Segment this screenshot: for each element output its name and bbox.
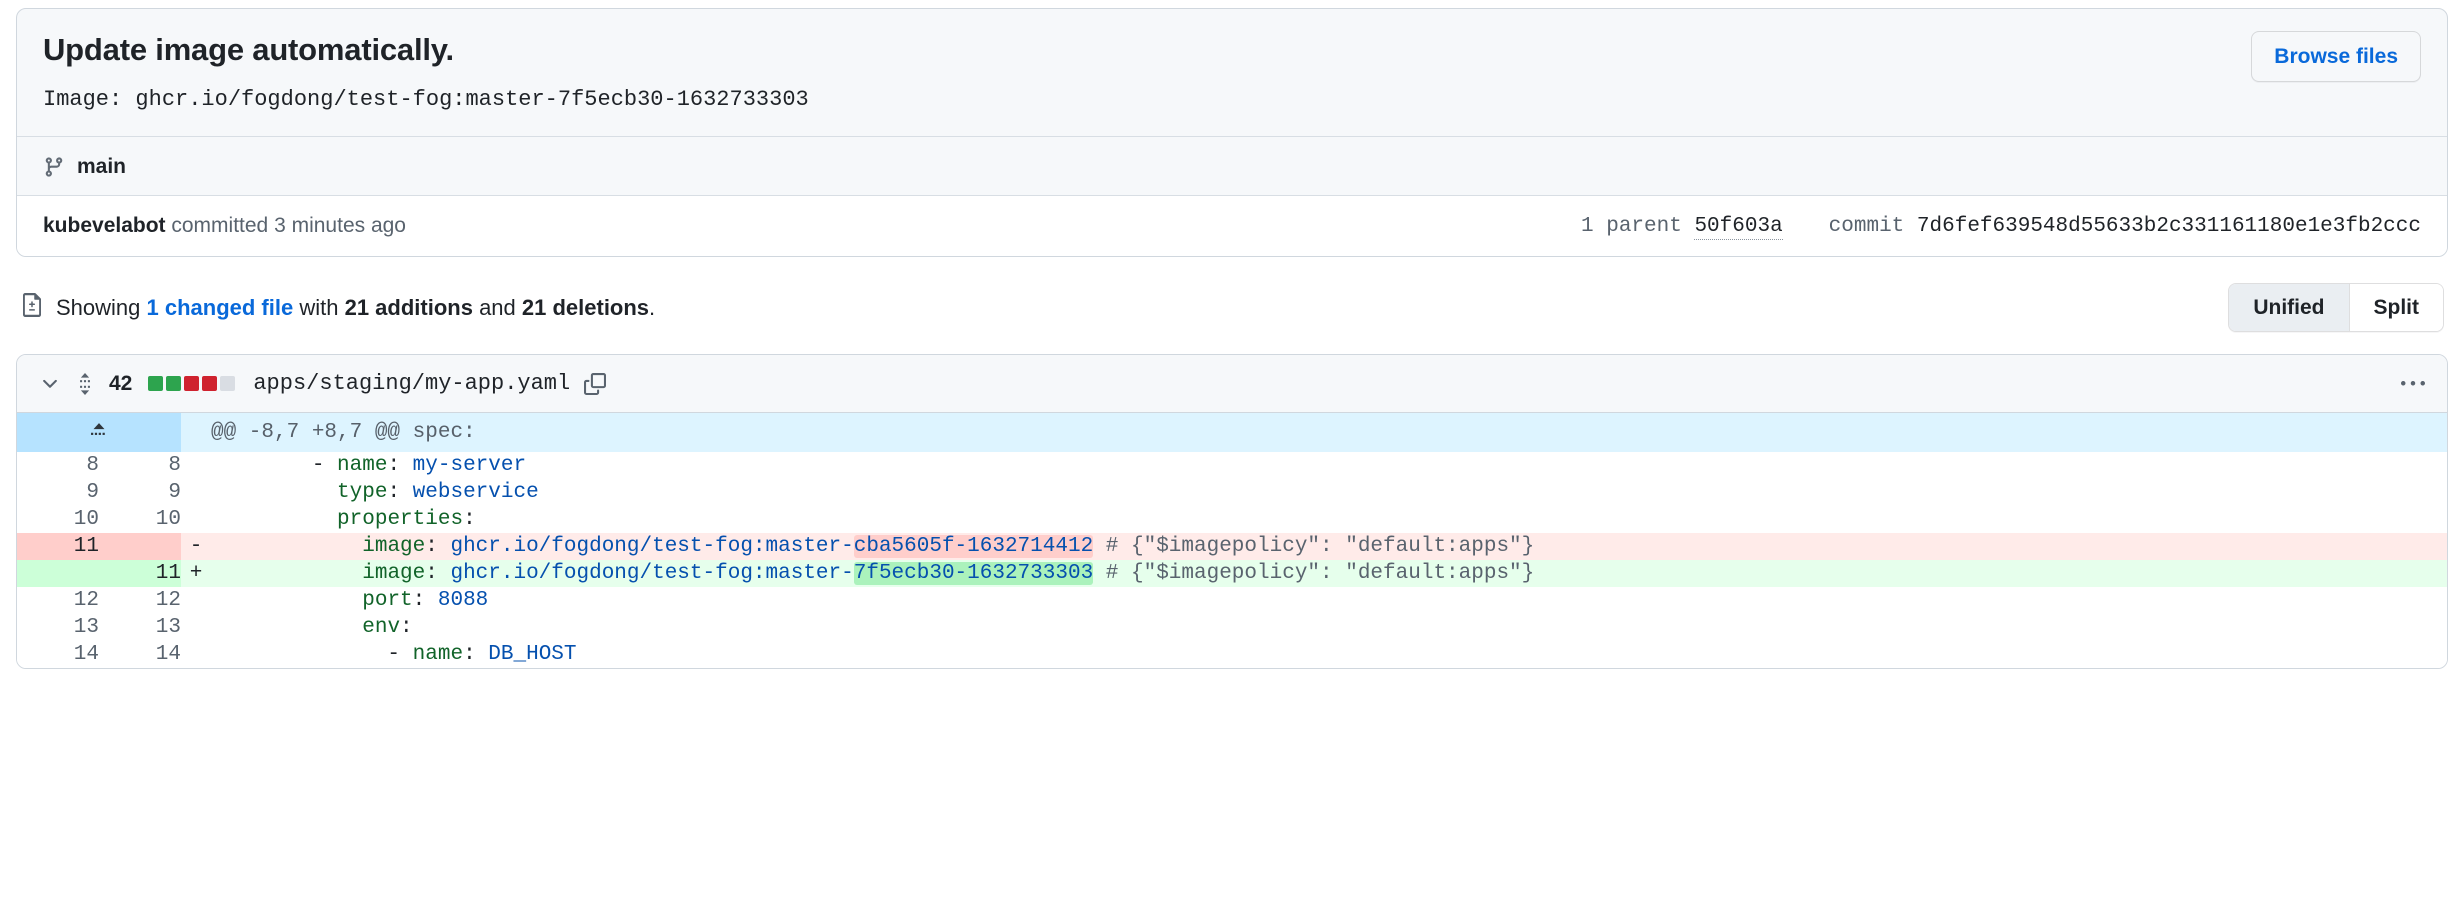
parent-label: 1 parent — [1581, 215, 1682, 238]
diff-row-ctx: 1414 - name: DB_HOST — [17, 641, 2447, 668]
parent-commit: 1 parent 50f603a — [1581, 215, 1783, 238]
file-path[interactable]: apps/staging/my-app.yaml — [253, 371, 570, 396]
diff-hunk-header-text: @@ -8,7 +8,7 @@ spec: — [211, 413, 2447, 452]
parent-sha[interactable]: 50f603a — [1694, 215, 1782, 240]
diff-marker: + — [181, 560, 211, 587]
diff-marker — [181, 452, 211, 479]
file-header: 42 apps/staging/my-app.yaml — [17, 355, 2447, 413]
diff-marker — [181, 641, 211, 668]
diff-code-line: image: ghcr.io/fogdong/test-fog:master-c… — [211, 533, 2447, 560]
commit-author-text: kubevelabot committed 3 minutes ago — [43, 214, 406, 238]
diff-marker — [181, 614, 211, 641]
line-number-old[interactable]: 12 — [17, 587, 99, 614]
diff-code-line: - name: DB_HOST — [211, 641, 2447, 668]
diff-table: @@ -8,7 +8,7 @@ spec:88 - name: my-serve… — [17, 413, 2447, 668]
diff-expand-icon — [75, 373, 95, 395]
commit-description: Image: ghcr.io/fogdong/test-fog:master-7… — [43, 84, 2227, 116]
changed-files-link[interactable]: 1 changed file — [147, 295, 294, 320]
diff-stat-bar — [148, 376, 235, 391]
file-diff-icon — [20, 293, 44, 322]
line-number-old[interactable]: 13 — [17, 614, 99, 641]
line-number-new[interactable] — [99, 533, 181, 560]
line-number-old[interactable]: 9 — [17, 479, 99, 506]
commit-sha: commit 7d6fef639548d55633b2c331161180e1e… — [1829, 215, 2421, 238]
word-diff-highlight: cba5605f-1632714412 — [854, 535, 1093, 558]
diff-marker — [181, 506, 211, 533]
diff-summary-row: Showing 1 changed file with 21 additions… — [16, 283, 2448, 332]
diff-marker — [181, 413, 211, 452]
line-number-new[interactable]: 8 — [99, 452, 181, 479]
commit-author-block: kubevelabot committed 3 minutes ago — [43, 214, 406, 238]
diff-stat-square — [220, 376, 235, 391]
diff-stat-square — [184, 376, 199, 391]
diff-code-line: env: — [211, 614, 2447, 641]
diff-row-ctx: 1010 properties: — [17, 506, 2447, 533]
diff-summary-text-block: Showing 1 changed file with 21 additions… — [20, 293, 655, 322]
commit-label: commit — [1829, 215, 1905, 238]
showing-prefix: Showing — [56, 295, 147, 320]
commit-header-card: Update image automatically. Image: ghcr.… — [16, 8, 2448, 257]
diff-summary-text: Showing 1 changed file with 21 additions… — [56, 295, 655, 321]
line-number-new[interactable]: 9 — [99, 479, 181, 506]
file-diff-box: 42 apps/staging/my-app.yaml @@ -8,7 +8,7… — [16, 354, 2448, 669]
copy-icon[interactable] — [584, 373, 606, 395]
tab-unified[interactable]: Unified — [2229, 284, 2348, 331]
diff-row-add: 11+ image: ghcr.io/fogdong/test-fog:mast… — [17, 560, 2447, 587]
diff-code-line: type: webservice — [211, 479, 2447, 506]
diff-stat-square — [202, 376, 217, 391]
showing-conjunction: and — [473, 295, 522, 320]
diff-code-line: - name: my-server — [211, 452, 2447, 479]
diff-marker — [181, 479, 211, 506]
chevron-down-icon[interactable] — [39, 373, 61, 395]
branch-name[interactable]: main — [77, 155, 126, 179]
commit-sha-block: 1 parent 50f603a commit 7d6fef639548d556… — [1581, 215, 2421, 238]
commit-meta-row: kubevelabot committed 3 minutes ago 1 pa… — [17, 195, 2447, 256]
line-number-new[interactable]: 11 — [99, 560, 181, 587]
diff-row-ctx: 1313 env: — [17, 614, 2447, 641]
git-branch-icon — [43, 156, 65, 178]
additions-count: 21 additions — [345, 295, 473, 320]
commit-summary: Update image automatically. Image: ghcr.… — [17, 9, 2447, 136]
line-number-old[interactable]: 10 — [17, 506, 99, 533]
diff-stat-square — [166, 376, 181, 391]
line-number-new[interactable]: 10 — [99, 506, 181, 533]
line-number-old[interactable]: 11 — [17, 533, 99, 560]
line-number-old[interactable]: 14 — [17, 641, 99, 668]
file-header-left: 42 apps/staging/my-app.yaml — [39, 371, 606, 396]
showing-middle: with — [293, 295, 344, 320]
diff-row-ctx: 88 - name: my-server — [17, 452, 2447, 479]
kebab-horizontal-icon[interactable] — [2401, 372, 2425, 396]
diff-view-toggle: Unified Split — [2228, 283, 2444, 332]
file-changes-count: 42 — [109, 372, 132, 396]
commit-message-block: Update image automatically. Image: ghcr.… — [43, 31, 2227, 116]
diff-hunk-row: @@ -8,7 +8,7 @@ spec: — [17, 413, 2447, 452]
commit-sha-value[interactable]: 7d6fef639548d55633b2c331161180e1e3fb2ccc — [1917, 215, 2421, 238]
commit-diff-page: Update image automatically. Image: ghcr.… — [0, 0, 2464, 916]
tab-split[interactable]: Split — [2349, 284, 2444, 331]
showing-suffix: . — [649, 295, 655, 320]
line-number-old[interactable]: 8 — [17, 452, 99, 479]
diff-row-ctx: 99 type: webservice — [17, 479, 2447, 506]
line-number-new[interactable]: 14 — [99, 641, 181, 668]
browse-files-button[interactable]: Browse files — [2251, 31, 2421, 82]
deletions-count: 21 deletions — [522, 295, 649, 320]
diff-stat-square — [148, 376, 163, 391]
diff-code-line: image: ghcr.io/fogdong/test-fog:master-7… — [211, 560, 2447, 587]
diff-marker — [181, 587, 211, 614]
diff-table-body: @@ -8,7 +8,7 @@ spec:88 - name: my-serve… — [17, 413, 2447, 668]
line-number-old[interactable] — [17, 560, 99, 587]
diff-marker: - — [181, 533, 211, 560]
word-diff-highlight: 7f5ecb30-1632733303 — [854, 562, 1093, 585]
diff-code-line: port: 8088 — [211, 587, 2447, 614]
expand-up-icon[interactable] — [17, 413, 181, 452]
diff-code-line: properties: — [211, 506, 2447, 533]
diff-row-ctx: 1212 port: 8088 — [17, 587, 2447, 614]
line-number-new[interactable]: 13 — [99, 614, 181, 641]
diff-row-del: 11 - image: ghcr.io/fogdong/test-fog:mast… — [17, 533, 2447, 560]
commit-title: Update image automatically. — [43, 31, 2227, 68]
author-action: committed 3 minutes ago — [166, 214, 406, 237]
line-number-new[interactable]: 12 — [99, 587, 181, 614]
commit-branch-row: main — [17, 136, 2447, 195]
author-login[interactable]: kubevelabot — [43, 214, 166, 237]
